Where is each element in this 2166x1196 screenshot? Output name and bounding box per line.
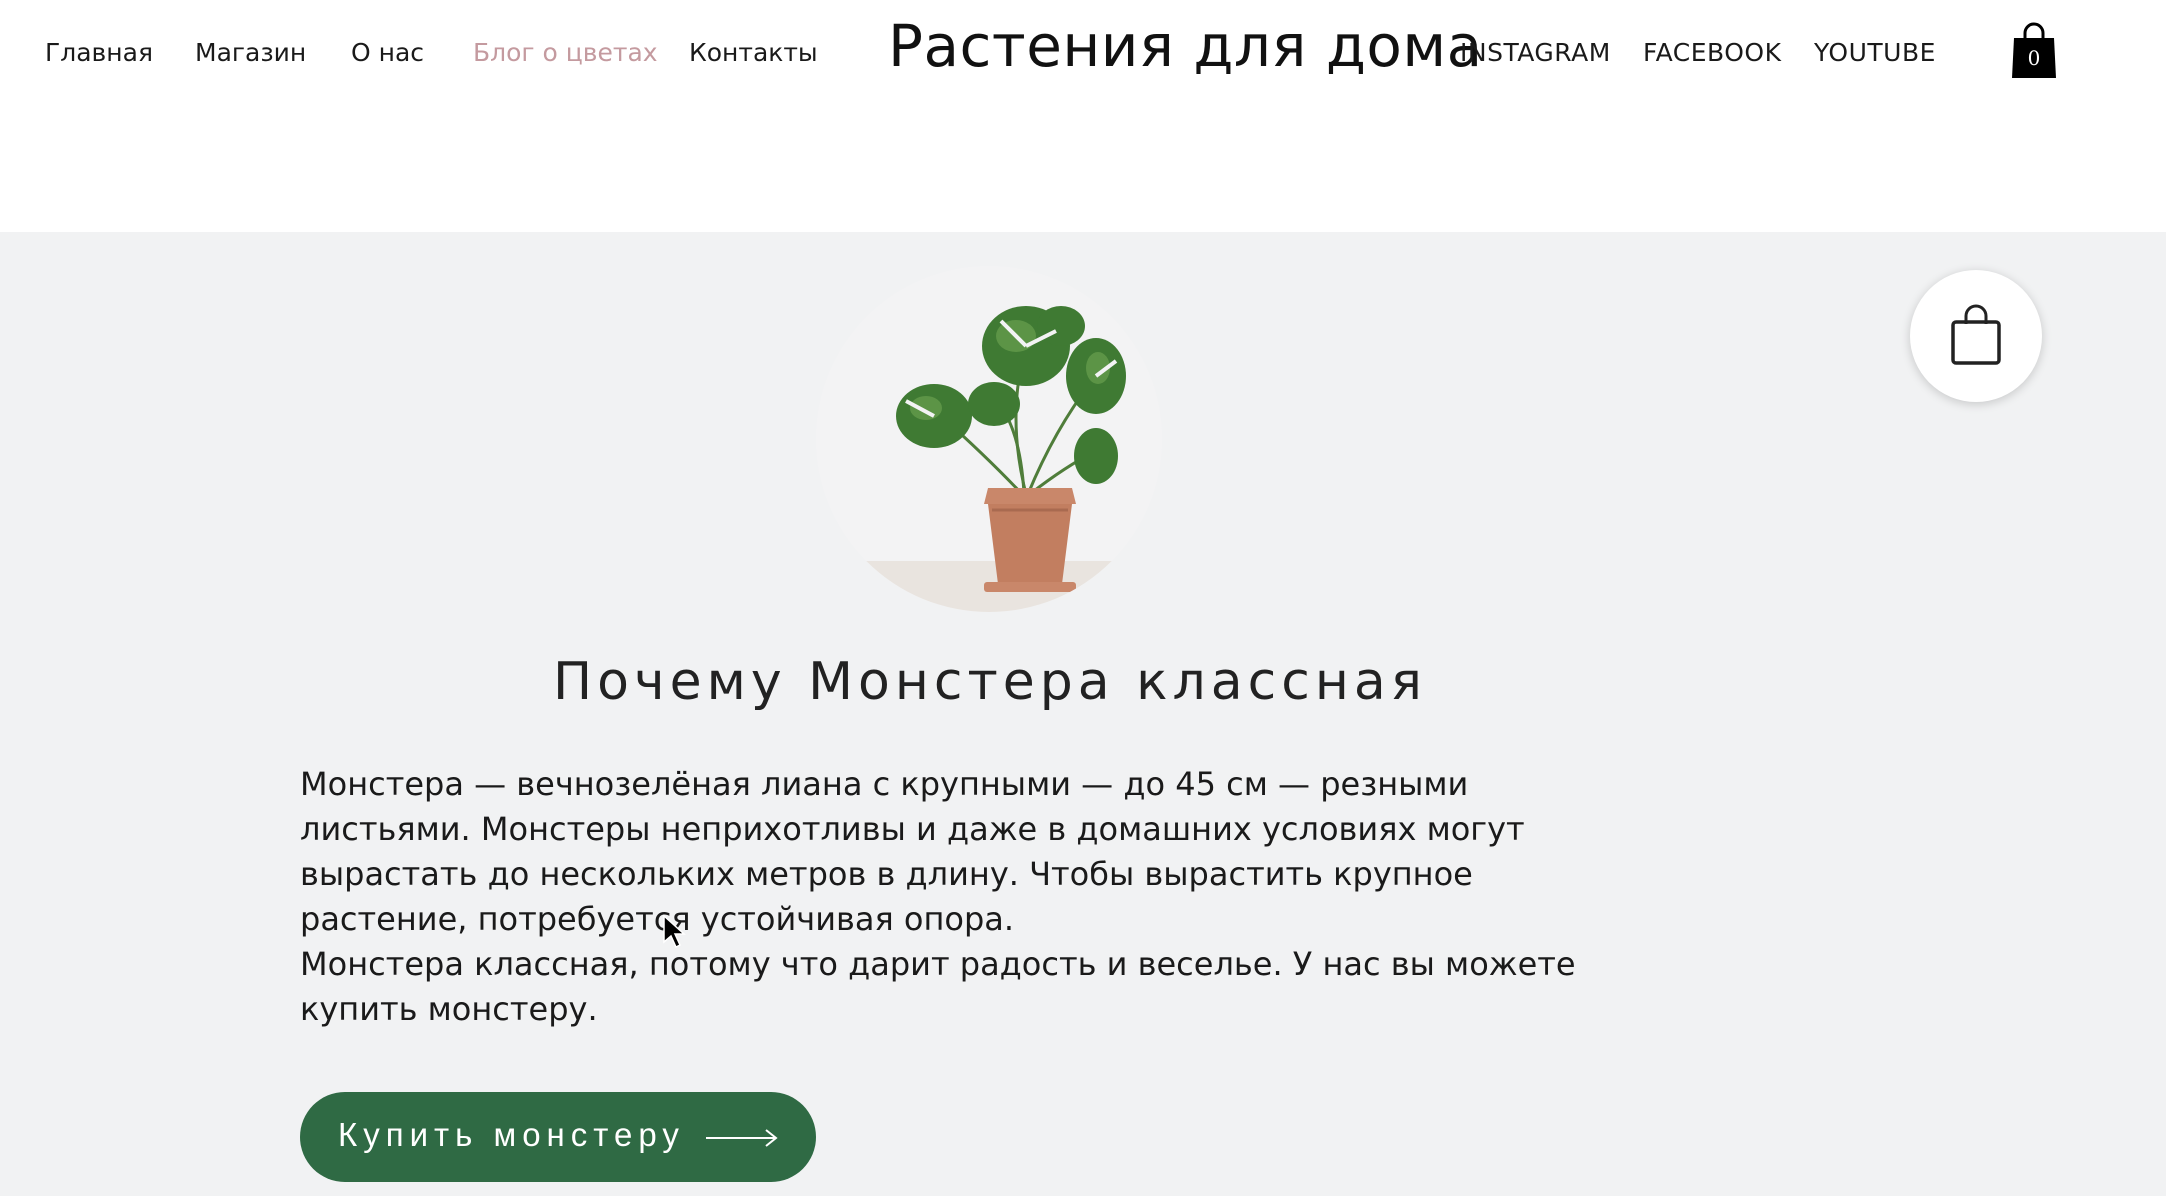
social-instagram[interactable]: INSTAGRAM [1460, 38, 1611, 67]
cart-count: 0 [2027, 46, 2041, 70]
nav-shop[interactable]: Магазин [195, 38, 306, 67]
article-body: Монстера — вечнозелёная лиана с крупными… [300, 762, 1620, 1032]
monstera-plant-image [816, 266, 1162, 612]
social-youtube[interactable]: YOUTUBE [1814, 38, 1936, 67]
page: Главная Магазин О нас Блог о цветах Конт… [0, 0, 2166, 1196]
cart-button[interactable]: 0 [2010, 20, 2058, 80]
buy-monstera-button[interactable]: Купить монстеру [300, 1092, 816, 1182]
nav-home[interactable]: Главная [45, 38, 153, 67]
buy-monstera-label: Купить монстеру [338, 1116, 685, 1153]
site-header: Главная Магазин О нас Блог о цветах Конт… [0, 0, 2166, 232]
nav-blog[interactable]: Блог о цветах [473, 38, 658, 67]
nav-contacts[interactable]: Контакты [689, 38, 818, 67]
floating-cart-button[interactable] [1910, 270, 2042, 402]
article-paragraph: Монстера — вечнозелёная лиана с крупными… [300, 765, 1525, 938]
article-heading: Почему Монстера классная [553, 652, 1427, 712]
shopping-bag-outline-icon [1951, 304, 2001, 365]
site-title[interactable]: Растения для дома [888, 12, 1483, 80]
social-facebook[interactable]: FACEBOOK [1643, 38, 1781, 67]
article-paragraph: Монстера классная, потому что дарит радо… [300, 945, 1576, 1028]
arrow-right-icon [706, 1129, 778, 1147]
nav-about[interactable]: О нас [351, 38, 424, 67]
